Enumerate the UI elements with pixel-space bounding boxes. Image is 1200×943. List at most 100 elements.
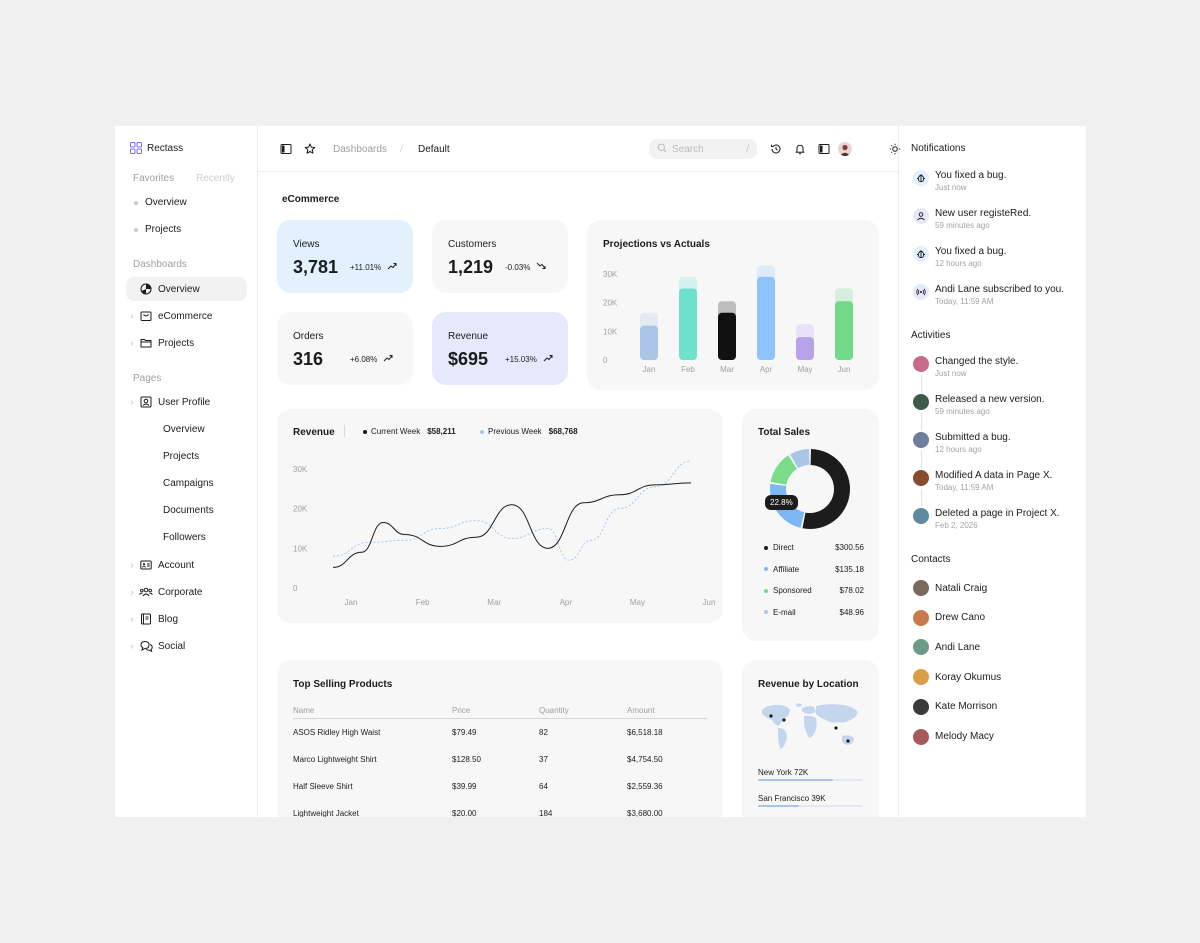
breadcrumb-parent[interactable]: Dashboards — [333, 144, 387, 155]
notification-item[interactable]: New user registeRed. 59 minutes ago — [913, 208, 1083, 240]
chevron-right-icon: › — [130, 641, 134, 651]
activity-avatar — [913, 432, 929, 448]
table-cell: $6,518.18 — [627, 728, 663, 737]
kpi-delta: +15.03% — [505, 354, 553, 364]
contact-item[interactable]: Andi Lane — [913, 638, 980, 656]
legend-row: Sponsored $78.02 — [764, 586, 864, 595]
column-header-name[interactable]: Name — [293, 706, 314, 715]
favorite-item-overview[interactable]: Overview — [134, 197, 187, 208]
y-tick-label: 30K — [293, 465, 308, 474]
sidebar-subitem-documents[interactable]: Documents — [163, 505, 214, 516]
history-icon[interactable] — [768, 141, 784, 157]
table-row[interactable]: Lightweight Jacket $20.00 184 $3,680.00 — [277, 809, 723, 817]
contact-item[interactable]: Kate Morrison — [913, 698, 997, 716]
activity-item[interactable]: Modified A data in Page X. Today, 11:59 A… — [913, 470, 1083, 502]
kpi-card-orders[interactable]: Orders 316 +6.08% — [277, 312, 413, 385]
brand[interactable]: Rectass — [130, 142, 183, 154]
tab-favorites[interactable]: Favorites — [133, 173, 174, 184]
column-header-price[interactable]: Price — [452, 706, 470, 715]
kpi-value: 1,219 — [448, 257, 494, 277]
kpi-title: Orders — [293, 331, 324, 342]
activity-item[interactable]: Submitted a bug. 12 hours ago — [913, 432, 1083, 464]
notification-item[interactable]: You fixed a bug. Just now — [913, 170, 1083, 202]
column-header-amount[interactable]: Amount — [627, 706, 655, 715]
sidebar-item-ecommerce[interactable]: › eCommerce — [126, 304, 247, 328]
sidebar-subitem-projects[interactable]: Projects — [163, 451, 199, 462]
activity-text: Modified A data in Page X. — [935, 470, 1053, 481]
sidebar-item-corporate[interactable]: › Corporate — [126, 580, 247, 604]
contact-item[interactable]: Koray Okumus — [913, 668, 1001, 686]
legend-row: E-mail $48.96 — [764, 608, 864, 617]
breadcrumb-separator: / — [400, 144, 403, 155]
notifications-title: Notifications — [911, 143, 966, 154]
shopping-bag-icon — [138, 308, 154, 324]
notification-item[interactable]: Andi Lane subscribed to you. Today, 11:59… — [913, 284, 1083, 316]
notification-time: Today, 11:59 AM — [935, 297, 994, 306]
sidebar-subitem-followers[interactable]: Followers — [163, 532, 206, 543]
kpi-card-revenue[interactable]: Revenue $695 +15.03% — [432, 312, 568, 385]
section-title: eCommerce — [282, 194, 340, 205]
notification-text: You fixed a bug. — [935, 246, 1007, 257]
legend-value: $48.96 — [839, 607, 864, 617]
avatar[interactable] — [838, 142, 852, 156]
activity-text: Changed the style. — [935, 356, 1019, 367]
x-tick-label: May — [797, 365, 812, 374]
activity-item[interactable]: Changed the style. Just now — [913, 356, 1083, 388]
sidebar-item-account[interactable]: › Account — [126, 553, 247, 577]
search-input[interactable]: Search / — [649, 139, 757, 159]
contact-item[interactable]: Drew Cano — [913, 609, 985, 627]
star-icon[interactable] — [302, 141, 318, 157]
search-shortcut: / — [746, 143, 749, 155]
favorite-item-projects[interactable]: Projects — [134, 224, 181, 235]
location-bar-track — [758, 779, 862, 781]
activity-text: Submitted a bug. — [935, 432, 1011, 443]
table-row[interactable]: Half Sleeve Shirt $39.99 64 $2,559.36 — [277, 782, 723, 796]
column-header-quantity[interactable]: Quantity — [539, 706, 569, 715]
notification-item[interactable]: You fixed a bug. 12 hours ago — [913, 246, 1083, 278]
table-row[interactable]: Marco Lightweight Shirt $128.50 37 $4,754.5… — [277, 755, 723, 769]
bug-icon — [913, 246, 929, 262]
activity-avatar — [913, 394, 929, 410]
panel-toggle-icon[interactable] — [816, 141, 832, 157]
contact-name: Andi Lane — [935, 641, 981, 653]
top-selling-title: Top Selling Products — [293, 679, 393, 690]
kpi-card-customers[interactable]: Customers 1,219 -0.03% — [432, 220, 568, 293]
sidebar-item-social[interactable]: › Social — [126, 634, 247, 658]
y-tick-label: 20K — [293, 505, 308, 514]
sidebar-item-blog[interactable]: › Blog — [126, 607, 247, 631]
sidebar-toggle-icon[interactable] — [278, 141, 294, 157]
bell-icon[interactable] — [792, 141, 808, 157]
sidebar-item-overview[interactable]: Overview — [126, 277, 247, 301]
activity-item[interactable]: Released a new version. 59 minutes ago — [913, 394, 1083, 426]
table-cell: 184 — [539, 809, 553, 817]
legend-label: Affiliate — [773, 564, 800, 574]
contact-avatar — [913, 609, 929, 626]
sidebar-subitem-overview[interactable]: Overview — [163, 424, 205, 435]
activity-item[interactable]: Deleted a page in Project X. Feb 2, 2026 — [913, 508, 1083, 540]
legend-label: Sponsored — [773, 586, 812, 595]
location-label: San Francisco 39K — [758, 794, 826, 803]
x-tick-label: May — [630, 598, 645, 607]
projections-chart: 0 10K 20K 30K Jan Feb Mar Apr May Jun — [603, 265, 853, 374]
brand-name: Rectass — [147, 142, 184, 154]
folder-icon — [138, 335, 154, 351]
contact-item[interactable]: Natali Craig — [913, 579, 987, 597]
tab-recently[interactable]: Recently — [196, 173, 235, 184]
chat-icon — [138, 638, 154, 654]
kpi-value: $695 — [448, 349, 489, 369]
kpi-delta: -0.03% — [505, 262, 546, 272]
activity-time: 59 minutes ago — [935, 407, 990, 416]
donut-slice — [802, 449, 850, 529]
sidebar-item-label: Overview — [158, 283, 200, 295]
notification-text: You fixed a bug. — [935, 170, 1007, 181]
kpi-card-views[interactable]: Views 3,781 +11.01% — [277, 220, 413, 293]
chevron-right-icon: › — [130, 587, 134, 597]
grid-logo-icon — [130, 142, 142, 154]
sidebar-subitem-campaigns[interactable]: Campaigns — [163, 478, 214, 489]
breadcrumb-current[interactable]: Default — [418, 144, 450, 155]
y-tick-label: 20K — [603, 299, 618, 308]
sidebar-item-projects[interactable]: › Projects — [126, 331, 247, 355]
sidebar-item-user-profile[interactable]: › User Profile — [126, 390, 247, 414]
table-row[interactable]: ASOS Ridley High Waist $79.49 82 $6,518.18 — [277, 728, 723, 742]
contact-item[interactable]: Melody Macy — [913, 728, 994, 746]
